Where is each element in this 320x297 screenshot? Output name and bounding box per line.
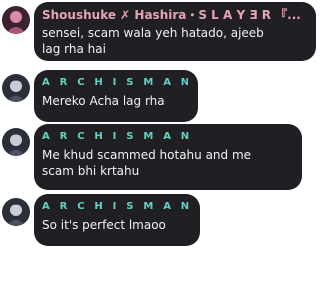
message-text: sensei, scam wala yeh hatado, ajeeb lag … — [42, 26, 264, 56]
dark-avatar-icon — [2, 128, 30, 156]
message-text: So it's perfect lmaoo — [42, 218, 166, 232]
author-name[interactable]: Shoushuke ✗ Hashira・S L A Y Ǝ R 『... — [42, 8, 306, 22]
pink-avatar-icon — [2, 6, 30, 34]
avatar[interactable] — [2, 6, 30, 34]
avatar[interactable] — [2, 198, 30, 226]
message-text: Me khud scammed hotahu and me scam bhi k… — [42, 148, 252, 178]
message-item: A R C H I S M A N So it's perfect lmaoo — [2, 194, 200, 246]
message-text: Mereko Acha lag rha — [42, 94, 165, 108]
message-bubble: Shoushuke ✗ Hashira・S L A Y Ǝ R 『... sen… — [34, 2, 316, 61]
dark-avatar-icon — [2, 198, 30, 226]
avatar[interactable] — [2, 74, 30, 102]
message-item: Shoushuke ✗ Hashira・S L A Y Ǝ R 『... sen… — [2, 2, 316, 61]
message-bubble: A R C H I S M A N Mereko Acha lag rha — [34, 70, 198, 122]
author-name[interactable]: A R C H I S M A N — [42, 200, 190, 214]
message-item: A R C H I S M A N Mereko Acha lag rha — [2, 70, 198, 122]
message-item: A R C H I S M A N Me khud scammed hotahu… — [2, 124, 302, 190]
dark-avatar-icon — [2, 74, 30, 102]
author-name[interactable]: A R C H I S M A N — [42, 76, 188, 90]
author-name[interactable]: A R C H I S M A N — [42, 130, 292, 144]
message-bubble: A R C H I S M A N So it's perfect lmaoo — [34, 194, 200, 246]
message-bubble: A R C H I S M A N Me khud scammed hotahu… — [34, 124, 302, 190]
avatar[interactable] — [2, 128, 30, 156]
